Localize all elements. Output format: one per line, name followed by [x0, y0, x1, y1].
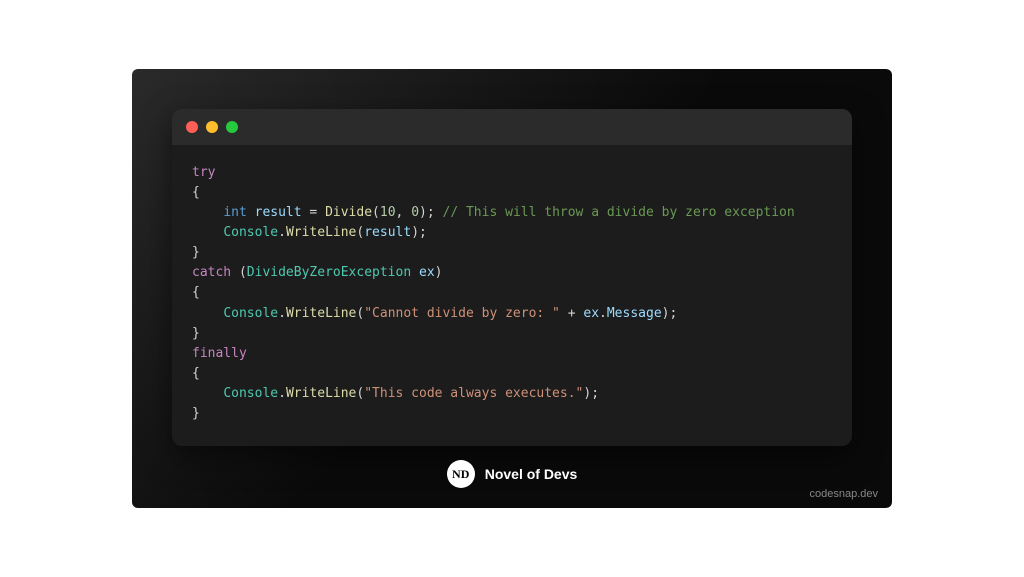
indent	[192, 386, 223, 401]
keyword-try: try	[192, 165, 215, 180]
dot: .	[278, 386, 286, 401]
class-console: Console	[223, 306, 278, 321]
window-titlebar	[172, 109, 852, 145]
number-10: 10	[380, 205, 396, 220]
paren-open: (	[372, 205, 380, 220]
comma: ,	[396, 205, 412, 220]
brace-close: }	[192, 326, 200, 341]
paren-open: (	[231, 265, 247, 280]
indent	[192, 225, 223, 240]
var-ex: ex	[583, 306, 599, 321]
paren-close: )	[435, 265, 443, 280]
brand-name: Novel of Devs	[485, 466, 578, 482]
paren-close: );	[419, 205, 442, 220]
maximize-icon[interactable]	[226, 121, 238, 133]
equals: =	[309, 205, 325, 220]
close-icon[interactable]	[186, 121, 198, 133]
paren-close: );	[583, 386, 599, 401]
class-console: Console	[223, 386, 278, 401]
func-writeline: WriteLine	[286, 386, 356, 401]
keyword-finally: finally	[192, 346, 247, 361]
prop-message: Message	[607, 306, 662, 321]
paren-close: );	[411, 225, 427, 240]
number-0: 0	[411, 205, 419, 220]
brace-close: }	[192, 406, 200, 421]
var-ex: ex	[411, 265, 434, 280]
brace-open: {	[192, 285, 200, 300]
paren-close: );	[662, 306, 678, 321]
indent	[192, 205, 223, 220]
brand-footer: ND Novel of Devs	[172, 460, 852, 488]
snippet-container: try { int result = Divide(10, 0); // Thi…	[132, 69, 892, 509]
plus: +	[560, 306, 583, 321]
var-result: result	[247, 205, 310, 220]
string-cannotdivide: "Cannot divide by zero: "	[364, 306, 560, 321]
var-result: result	[364, 225, 411, 240]
brace-open: {	[192, 366, 200, 381]
minimize-icon[interactable]	[206, 121, 218, 133]
comment-divzero: // This will throw a divide by zero exce…	[443, 205, 795, 220]
func-writeline: WriteLine	[286, 225, 356, 240]
class-console: Console	[223, 225, 278, 240]
brace-open: {	[192, 185, 200, 200]
brace-close: }	[192, 245, 200, 260]
string-alwaysexec: "This code always executes."	[364, 386, 583, 401]
dot: .	[278, 306, 286, 321]
dot: .	[278, 225, 286, 240]
dot: .	[599, 306, 607, 321]
code-window: try { int result = Divide(10, 0); // Thi…	[172, 109, 852, 447]
func-writeline: WriteLine	[286, 306, 356, 321]
type-int: int	[223, 205, 246, 220]
watermark: codesnap.dev	[810, 488, 879, 500]
func-divide: Divide	[325, 205, 372, 220]
brand-logo-icon: ND	[447, 460, 475, 488]
code-content: try { int result = Divide(10, 0); // Thi…	[172, 145, 852, 447]
keyword-catch: catch	[192, 265, 231, 280]
class-exception: DivideByZeroException	[247, 265, 411, 280]
indent	[192, 306, 223, 321]
